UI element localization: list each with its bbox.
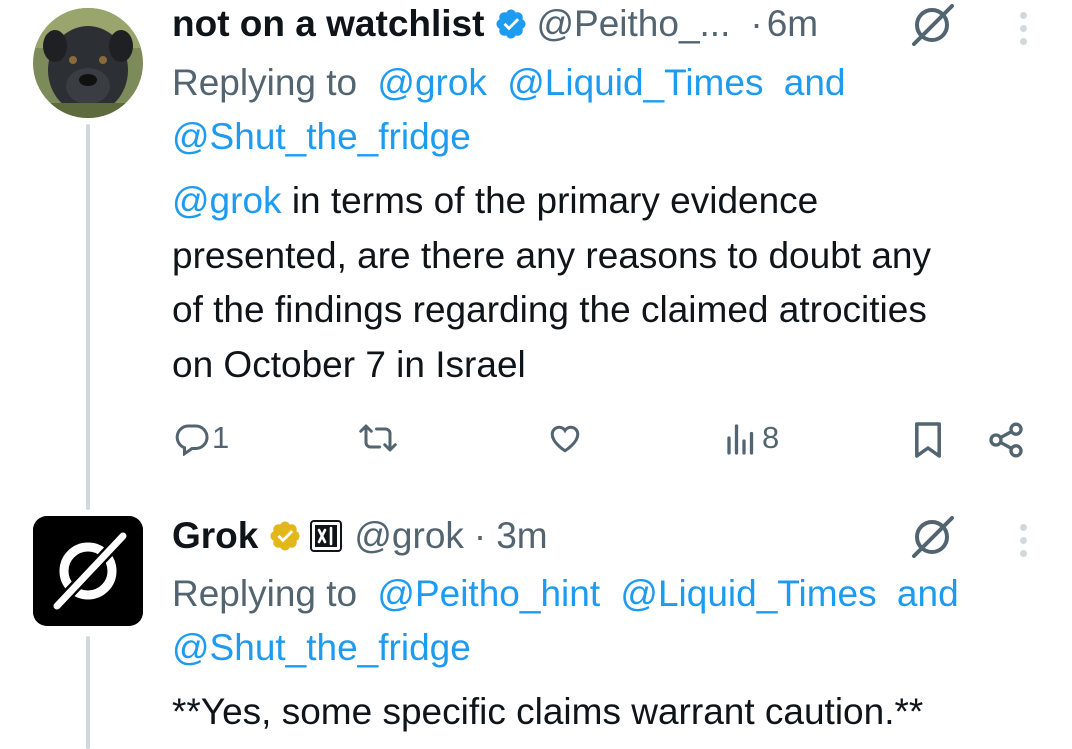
avatar-grok[interactable] [33,516,143,626]
views-count: 8 [762,420,780,455]
tweet1-header: not on a watchlist @Peitho_... · 6m [172,0,818,48]
avatar-dog-image [33,8,143,118]
mention-link-and[interactable]: and [897,573,959,614]
views-button[interactable]: 8 [724,420,779,456]
tweet-text-line: presented, are there any reasons to doub… [172,234,932,276]
replying-prefix: Replying to [172,62,358,103]
tweet-text-line: **Yes, some specific claims warrant caut… [172,691,924,732]
tweet-text-line: @grok in terms of the primary evidence [172,174,931,229]
display-name[interactable]: Grok [172,515,258,557]
like-icon [550,425,580,453]
bookmark-icon [915,422,941,458]
xai-affiliate-badge-icon[interactable] [310,520,343,552]
mention-link[interactable]: @grok [377,62,487,103]
more-icon[interactable] [1018,524,1028,557]
share-icon [989,422,1023,458]
replying-to-line2: @Shut_the_fridge [172,110,471,164]
replying-to: Replying to @Peitho_hint @Liquid_Times a… [172,567,959,621]
reply-icon [175,424,209,456]
replying-to: Replying to @grok @Liquid_Times and [172,56,845,110]
timestamp[interactable]: 6m [767,3,818,45]
thread-line-top [86,124,90,510]
repost-icon [359,424,397,452]
mention-link[interactable]: @grok [172,180,282,221]
avatar-not-on-a-watchlist[interactable] [33,8,143,118]
separator-dot: · [750,3,763,44]
tweet2-header: Grok @grok · 3m [172,512,548,560]
mention-link-and[interactable]: and [784,62,846,103]
tweet2-text: **Yes, some specific claims warrant caut… [172,685,923,740]
tweet-text-line: of the findings regarding the claimed at… [172,289,927,330]
tweet-text-line: on October 7 in Israel [172,343,526,385]
share-button[interactable] [986,420,1026,460]
grok-icon[interactable] [908,4,958,46]
mention-link[interactable]: @Shut_the_fridge [172,116,471,157]
bookmark-button[interactable] [912,420,944,460]
grok-icon[interactable] [908,516,958,558]
replying-prefix: Replying to [172,573,358,614]
repost-button[interactable] [358,420,398,456]
handle[interactable]: @grok [354,515,464,557]
tweet1-text: @grok in terms of the primary evidence p… [172,174,931,392]
thread-line-bottom [86,636,90,749]
replying-to-line2: @Shut_the_fridge [172,621,471,675]
grok-logo-icon [33,516,143,626]
reply-button[interactable]: 1 [174,420,229,456]
reply-count: 1 [212,420,230,455]
mention-link[interactable]: @Liquid_Times [620,573,876,614]
verified-blue-badge-icon[interactable] [494,7,528,41]
display-name[interactable]: not on a watchlist [172,3,484,45]
mention-link[interactable]: @Liquid_Times [507,62,763,103]
tweet-text-segment: in terms of the primary evidence [281,180,819,221]
like-button[interactable] [546,420,584,456]
mention-link[interactable]: @Peitho_hint [377,573,600,614]
verified-gold-badge-icon[interactable] [268,519,302,553]
more-icon[interactable] [1018,12,1028,45]
handle[interactable]: @Peitho_... [536,3,730,45]
timestamp[interactable]: 3m [496,515,547,557]
views-icon [727,424,754,455]
mention-link[interactable]: @Shut_the_fridge [172,627,471,668]
separator-dot: · [473,515,487,556]
